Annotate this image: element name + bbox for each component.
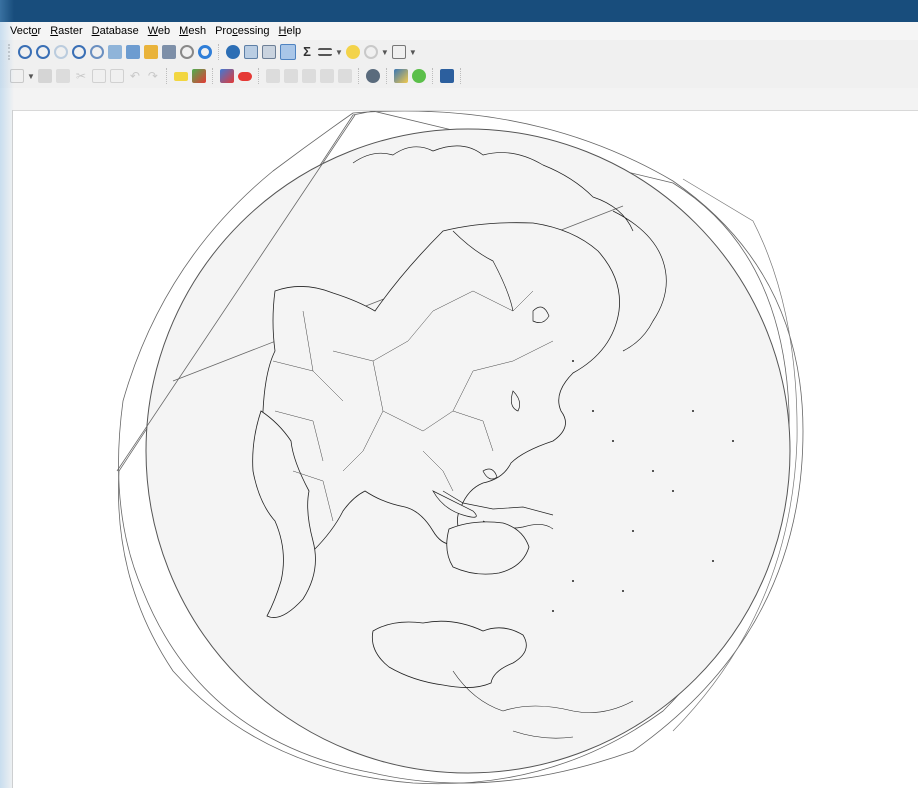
new-bookmark-icon[interactable]: [162, 45, 176, 59]
field-calculator-icon[interactable]: [262, 45, 276, 59]
toolbar-separator: [357, 68, 360, 84]
label-a-icon[interactable]: [265, 69, 280, 83]
undo-icon[interactable]: ↶: [128, 69, 142, 83]
menu-web[interactable]: Web: [143, 25, 174, 37]
qgis-icon[interactable]: [411, 69, 426, 83]
redo-icon[interactable]: ↷: [146, 69, 160, 83]
text-annotation-icon[interactable]: [391, 45, 406, 59]
toolbar-grip[interactable]: [8, 44, 13, 60]
digitizing-toolbar: ▼ ✂ ↶ ↷: [0, 64, 918, 88]
toolbar-separator: [211, 68, 214, 84]
label-e-icon[interactable]: [337, 69, 352, 83]
temporal-controller-icon[interactable]: [180, 45, 194, 59]
menu-raster[interactable]: Raster: [45, 25, 86, 37]
toolbar-separator: [257, 68, 260, 84]
book-icon[interactable]: [439, 69, 454, 83]
select-features-icon[interactable]: [280, 44, 296, 60]
toolbar-separator: [431, 68, 434, 84]
zoom-layer-icon[interactable]: [126, 45, 140, 59]
map-tips-icon[interactable]: [345, 45, 360, 59]
statistical-summary-icon[interactable]: Σ: [300, 45, 314, 59]
label-icon[interactable]: [173, 71, 188, 81]
zoom-last-icon[interactable]: [144, 45, 158, 59]
label-d-icon[interactable]: [319, 69, 334, 83]
chevron-down-icon[interactable]: ▼: [335, 48, 343, 57]
pin-label-icon[interactable]: [191, 69, 206, 83]
label-move-icon[interactable]: [219, 69, 234, 83]
label-rotate-icon[interactable]: [237, 71, 252, 81]
menu-vector[interactable]: Vector: [0, 25, 45, 37]
cut-icon[interactable]: ✂: [74, 69, 88, 83]
pan-icon[interactable]: [18, 45, 32, 59]
menu-mesh[interactable]: Mesh: [174, 25, 210, 37]
panel-strip: [0, 88, 918, 111]
menu-database[interactable]: Database: [87, 25, 143, 37]
zoom-full-icon[interactable]: [90, 45, 104, 59]
paste-icon[interactable]: [109, 69, 124, 83]
save-edits-icon[interactable]: [37, 69, 52, 83]
globe-map[interactable]: [13, 111, 918, 788]
copy-icon[interactable]: [91, 69, 106, 83]
digitize-icon[interactable]: [10, 69, 24, 83]
window-titlebar: [0, 0, 918, 22]
label-c-icon[interactable]: [301, 69, 316, 83]
zoom-selection-icon[interactable]: [108, 45, 122, 59]
toolbar-separator: [385, 68, 388, 84]
menu-processing[interactable]: Processing: [210, 25, 273, 37]
chevron-down-icon[interactable]: ▼: [381, 48, 389, 57]
attribute-table-icon[interactable]: [244, 45, 258, 59]
toolbar-separator: [218, 44, 220, 60]
settings-icon[interactable]: [363, 45, 378, 59]
zoom-in-icon[interactable]: [36, 45, 50, 59]
zoom-native-icon[interactable]: [72, 45, 86, 59]
toolbar-separator: [165, 68, 168, 84]
delete-icon[interactable]: [55, 69, 70, 83]
map-navigation-toolbar: Σ ▼ ▼ ▼: [0, 40, 918, 64]
plugin-icon[interactable]: [365, 69, 380, 83]
chevron-down-icon[interactable]: ▼: [409, 48, 417, 57]
map-canvas[interactable]: [13, 111, 918, 788]
label-b-icon[interactable]: [283, 69, 298, 83]
menu-help[interactable]: Help: [274, 25, 306, 37]
left-dock-edge[interactable]: [0, 110, 13, 788]
chevron-down-icon[interactable]: ▼: [27, 72, 35, 81]
toolbar-separator: [459, 68, 462, 84]
identify-icon[interactable]: [226, 45, 240, 59]
python-icon[interactable]: [393, 69, 408, 83]
menu-bar: Vector Raster Database Web Mesh Processi…: [0, 22, 918, 40]
measure-icon[interactable]: [318, 48, 332, 56]
zoom-out-icon[interactable]: [54, 45, 68, 59]
refresh-icon[interactable]: [198, 45, 212, 59]
